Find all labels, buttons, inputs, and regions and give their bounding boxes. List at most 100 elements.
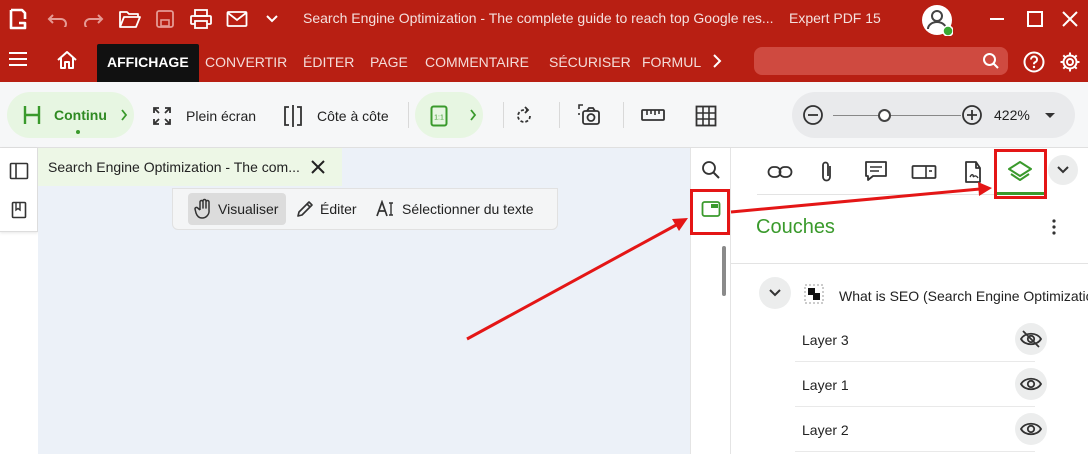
snapshot-camera-icon[interactable] xyxy=(577,103,601,127)
text-select-icon xyxy=(376,200,396,218)
vertical-scrollbar[interactable] xyxy=(722,246,726,296)
select-text-label: Sélectionner du texte xyxy=(402,201,534,217)
fullscreen-icon[interactable] xyxy=(152,106,172,126)
attachment-icon[interactable] xyxy=(819,160,835,184)
tab-formulaires[interactable]: FORMUL xyxy=(632,44,711,82)
row-divider xyxy=(795,361,1035,362)
toolbar-divider xyxy=(408,102,409,128)
zoom-control: 422% xyxy=(792,92,1075,138)
single-page-icon: 1:1 xyxy=(430,105,448,127)
panel-header-divider xyxy=(731,263,1088,264)
edit-mode-label: Éditer xyxy=(320,201,357,217)
chevron-right-icon xyxy=(469,109,477,121)
view-mode-button[interactable]: Visualiser xyxy=(188,193,286,225)
zoom-dropdown-icon[interactable] xyxy=(1044,112,1056,120)
app-logo-icon xyxy=(4,5,32,33)
hand-icon xyxy=(194,198,214,220)
user-avatar-icon[interactable] xyxy=(920,3,954,37)
title-bar: Search Engine Optimization - The complet… xyxy=(0,0,1088,38)
continuous-label: Continu xyxy=(54,107,107,123)
panel-title: Couches xyxy=(756,216,835,238)
tab-page[interactable]: PAGE xyxy=(360,44,418,82)
document-title: Search Engine Optimization - The complet… xyxy=(303,10,774,26)
quick-access-chevron-icon[interactable] xyxy=(258,5,286,33)
collapse-layer-group-button[interactable] xyxy=(759,277,791,309)
chevron-right-icon xyxy=(120,109,128,121)
help-icon[interactable] xyxy=(1023,51,1045,73)
menu-scroll-right-icon[interactable] xyxy=(712,54,722,68)
document-tab-title: Search Engine Optimization - The com... xyxy=(48,159,300,175)
row-divider xyxy=(795,451,1035,452)
app-name: Expert PDF 15 xyxy=(789,10,881,26)
page-layout-button[interactable]: 1:1 xyxy=(415,92,483,138)
continuous-scroll-icon xyxy=(23,104,41,126)
hamburger-menu-icon[interactable] xyxy=(8,51,28,67)
highlight-box xyxy=(994,149,1047,199)
layer-visibility-toggle[interactable] xyxy=(1015,368,1047,400)
rotate-icon[interactable] xyxy=(514,106,534,126)
select-text-button[interactable]: Sélectionner du texte xyxy=(376,193,534,225)
minimize-icon[interactable] xyxy=(983,5,1011,33)
tab-securiser[interactable]: SÉCURISER xyxy=(539,44,641,82)
layer-visibility-toggle[interactable] xyxy=(1015,323,1047,355)
toolbar-divider xyxy=(559,102,560,128)
print-icon[interactable] xyxy=(187,5,215,33)
pencil-icon xyxy=(296,200,314,218)
row-divider xyxy=(795,406,1035,407)
side-by-side-label[interactable]: Côte à côte xyxy=(317,108,389,124)
edit-mode-button[interactable]: Éditer xyxy=(296,193,357,225)
home-icon[interactable] xyxy=(56,50,78,70)
layer-name[interactable]: Layer 1 xyxy=(802,377,849,393)
search-icon[interactable] xyxy=(701,160,721,180)
panel-toggle-icon[interactable] xyxy=(9,162,29,180)
redo-icon[interactable] xyxy=(79,5,107,33)
continuous-mode-button[interactable]: Continu xyxy=(7,92,134,138)
zoom-in-icon[interactable] xyxy=(961,104,983,126)
root-layer-name[interactable]: What is SEO (Search Engine Optimization xyxy=(839,288,1088,304)
tab-commentaire[interactable]: COMMENTAIRE xyxy=(415,44,539,82)
undo-icon[interactable] xyxy=(44,5,72,33)
panel-more-options-icon[interactable] xyxy=(1046,218,1062,236)
fullscreen-label[interactable]: Plein écran xyxy=(186,108,256,124)
ruler-icon[interactable] xyxy=(641,107,665,123)
toolbar-divider xyxy=(503,102,504,128)
zoom-slider-thumb[interactable] xyxy=(877,109,891,122)
tab-affichage[interactable]: AFFICHAGE xyxy=(97,44,199,82)
zoom-value[interactable]: 422% xyxy=(994,107,1030,123)
active-dot xyxy=(76,130,80,134)
save-icon[interactable] xyxy=(151,5,179,33)
zoom-slider-track[interactable] xyxy=(833,115,961,116)
tab-convertir[interactable]: CONVERTIR xyxy=(195,44,297,82)
settings-gear-icon[interactable] xyxy=(1059,51,1081,73)
close-tab-icon[interactable] xyxy=(310,159,326,175)
view-mode-label: Visualiser xyxy=(218,201,279,217)
grid-icon[interactable] xyxy=(695,105,717,127)
toolbar-divider xyxy=(623,102,624,128)
eye-hidden-icon xyxy=(1019,330,1043,348)
eye-icon xyxy=(1019,420,1043,438)
layer-visibility-toggle[interactable] xyxy=(1015,413,1047,445)
layer-name[interactable]: Layer 2 xyxy=(802,422,849,438)
chevron-down-icon xyxy=(769,289,781,297)
left-sidebar xyxy=(0,148,38,232)
bookmarks-icon[interactable] xyxy=(11,201,27,219)
eye-icon xyxy=(1019,375,1043,393)
layer-group-icon xyxy=(804,284,824,304)
comments-icon[interactable] xyxy=(864,160,888,182)
highlight-box xyxy=(690,189,730,235)
search-input[interactable] xyxy=(754,47,1008,75)
chevron-down-icon xyxy=(1057,166,1069,174)
mail-icon[interactable] xyxy=(223,5,251,33)
link-icon[interactable] xyxy=(767,162,793,182)
more-tabs-button[interactable] xyxy=(1048,155,1078,185)
open-folder-icon[interactable] xyxy=(116,5,144,33)
tab-editer[interactable]: ÉDITER xyxy=(293,44,364,82)
search-icon xyxy=(982,52,1000,70)
maximize-icon[interactable] xyxy=(1021,5,1049,33)
signature-icon[interactable] xyxy=(963,160,985,184)
side-by-side-icon[interactable] xyxy=(283,105,303,127)
close-window-icon[interactable] xyxy=(1056,5,1084,33)
zoom-out-icon[interactable] xyxy=(802,104,824,126)
form-fields-icon[interactable] xyxy=(911,163,937,181)
layer-name[interactable]: Layer 3 xyxy=(802,332,849,348)
